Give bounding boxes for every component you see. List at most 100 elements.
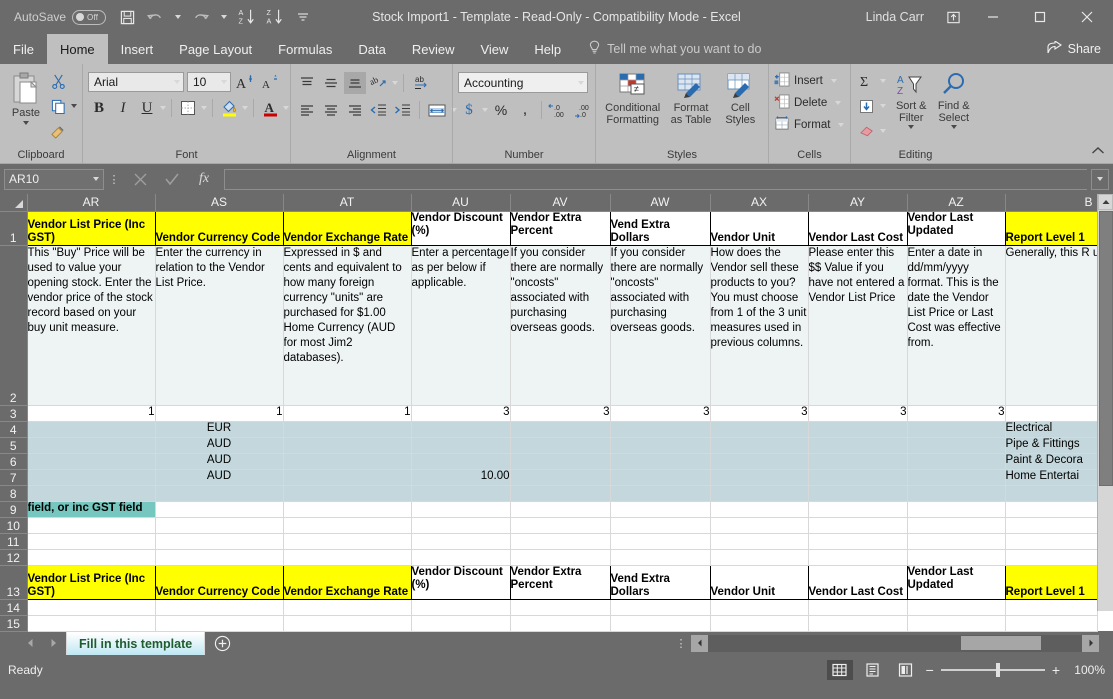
cell-AY1[interactable]: Vendor Last Cost	[808, 211, 907, 245]
cell-AW3[interactable]: 3	[610, 405, 710, 421]
cell-AR4[interactable]	[27, 421, 155, 437]
cell-AY14[interactable]	[808, 599, 907, 615]
tell-me-search[interactable]: Tell me what you want to do	[574, 34, 761, 64]
share-button[interactable]: Share	[1047, 34, 1113, 64]
row-header-3[interactable]: 3	[0, 405, 27, 421]
cell-AU9[interactable]	[411, 501, 510, 517]
cell-AV1[interactable]: Vendor Extra Percent	[510, 211, 610, 245]
cell-AU1[interactable]: Vendor Discount (%)	[411, 211, 510, 245]
autosave-toggle[interactable]: AutoSave Off	[8, 8, 112, 27]
cell-AS10[interactable]	[155, 517, 283, 533]
tab-page-layout[interactable]: Page Layout	[166, 34, 265, 64]
cell-AX9[interactable]	[710, 501, 808, 517]
cell-B9[interactable]	[1005, 501, 1097, 517]
cell-AT7[interactable]	[283, 469, 411, 485]
zoom-track[interactable]	[941, 669, 1045, 671]
column-header-AS[interactable]: AS	[155, 194, 283, 211]
scroll-right-icon[interactable]	[1082, 635, 1099, 652]
cell-AY15[interactable]	[808, 615, 907, 631]
cell-AX11[interactable]	[710, 533, 808, 549]
cell-AZ13[interactable]: Vendor Last Updated	[907, 565, 1005, 599]
next-sheet-icon[interactable]	[42, 631, 66, 655]
cell-AS3[interactable]: 1	[155, 405, 283, 421]
cell-AR7[interactable]	[27, 469, 155, 485]
percent-style-icon[interactable]: %	[490, 99, 512, 121]
column-header-AW[interactable]: AW	[610, 194, 710, 211]
cell-AZ1[interactable]: Vendor Last Updated	[907, 211, 1005, 245]
cell-AV8[interactable]	[510, 485, 610, 501]
cancel-icon[interactable]	[124, 168, 156, 190]
cell-AV2[interactable]: If you consider there are normally "onco…	[510, 245, 610, 405]
cell-AX12[interactable]	[710, 549, 808, 565]
cell-AW7[interactable]	[610, 469, 710, 485]
row-header-11[interactable]: 11	[0, 533, 27, 549]
row-header-12[interactable]: 12	[0, 549, 27, 565]
cell-AS12[interactable]	[155, 549, 283, 565]
insert-caret[interactable]	[831, 79, 837, 83]
cell-AR12[interactable]	[27, 549, 155, 565]
align-top-icon[interactable]	[296, 72, 318, 94]
select-all-corner[interactable]	[0, 194, 27, 211]
sort-and-filter-button[interactable]: AZ Sort & Filter	[890, 70, 933, 131]
cell-AW1[interactable]: Vend Extra Dollars	[610, 211, 710, 245]
cell-AT14[interactable]	[283, 599, 411, 615]
cell-B13[interactable]: Report Level 1	[1005, 565, 1097, 599]
column-header-AY[interactable]: AY	[808, 194, 907, 211]
cell-AU15[interactable]	[411, 615, 510, 631]
row-header-13[interactable]: 13	[0, 565, 27, 599]
cell-AZ2[interactable]: Enter a date in dd/mm/yyyy format. This …	[907, 245, 1005, 405]
sort-filter-caret[interactable]	[908, 125, 914, 129]
cell-AZ9[interactable]	[907, 501, 1005, 517]
cell-AV14[interactable]	[510, 599, 610, 615]
cell-AZ8[interactable]	[907, 485, 1005, 501]
cell-AV15[interactable]	[510, 615, 610, 631]
cut-icon[interactable]	[47, 70, 69, 92]
underline-caret[interactable]	[160, 106, 166, 110]
formula-input[interactable]	[224, 169, 1087, 190]
tab-formulas[interactable]: Formulas	[265, 34, 345, 64]
cell-AX14[interactable]	[710, 599, 808, 615]
tab-insert[interactable]: Insert	[108, 34, 167, 64]
tab-review[interactable]: Review	[399, 34, 468, 64]
paste-dropdown-caret[interactable]	[23, 121, 29, 125]
cell-AY4[interactable]	[808, 421, 907, 437]
cell-AY7[interactable]	[808, 469, 907, 485]
merge-and-center-icon[interactable]	[425, 99, 449, 121]
cell-AU6[interactable]	[411, 453, 510, 469]
maximize-button[interactable]	[1017, 2, 1062, 32]
align-right-icon[interactable]	[344, 99, 366, 121]
delete-cells-button[interactable]: Delete	[774, 94, 841, 112]
cell-B1[interactable]: Report Level 1	[1005, 211, 1097, 245]
cell-AZ6[interactable]	[907, 453, 1005, 469]
cell-AY8[interactable]	[808, 485, 907, 501]
delete-caret[interactable]	[835, 101, 841, 105]
cell-AU14[interactable]	[411, 599, 510, 615]
cell-styles-button[interactable]: Cell Styles	[718, 70, 762, 128]
autosum-caret[interactable]	[880, 79, 886, 83]
normal-view-icon[interactable]	[827, 660, 853, 680]
cell-AZ10[interactable]	[907, 517, 1005, 533]
cell-B11[interactable]	[1005, 533, 1097, 549]
cell-AW2[interactable]: If you consider there are normally "onco…	[610, 245, 710, 405]
number-format-combo[interactable]: Accounting	[458, 72, 588, 93]
cell-AV7[interactable]	[510, 469, 610, 485]
redo-dropdown[interactable]	[216, 4, 232, 30]
cell-AV9[interactable]	[510, 501, 610, 517]
zoom-thumb[interactable]	[996, 663, 1000, 677]
cell-B8[interactable]	[1005, 485, 1097, 501]
cell-AX6[interactable]	[710, 453, 808, 469]
accounting-caret[interactable]	[482, 108, 488, 112]
cell-AX8[interactable]	[710, 485, 808, 501]
horizontal-scroll-thumb[interactable]	[961, 636, 1041, 650]
vertical-scrollbar[interactable]	[1097, 194, 1113, 611]
sort-ascending-icon[interactable]: AZ	[234, 4, 260, 30]
autosave-switch[interactable]: Off	[72, 10, 106, 25]
cell-AY10[interactable]	[808, 517, 907, 533]
cell-AV12[interactable]	[510, 549, 610, 565]
scroll-up-icon[interactable]	[1098, 194, 1113, 210]
cell-AT11[interactable]	[283, 533, 411, 549]
conditional-formatting-button[interactable]: ≠ Conditional Formatting	[602, 70, 664, 128]
column-header-AT[interactable]: AT	[283, 194, 411, 211]
horizontal-scroll-track[interactable]	[708, 635, 1082, 652]
collapse-ribbon-icon[interactable]	[1091, 145, 1105, 159]
